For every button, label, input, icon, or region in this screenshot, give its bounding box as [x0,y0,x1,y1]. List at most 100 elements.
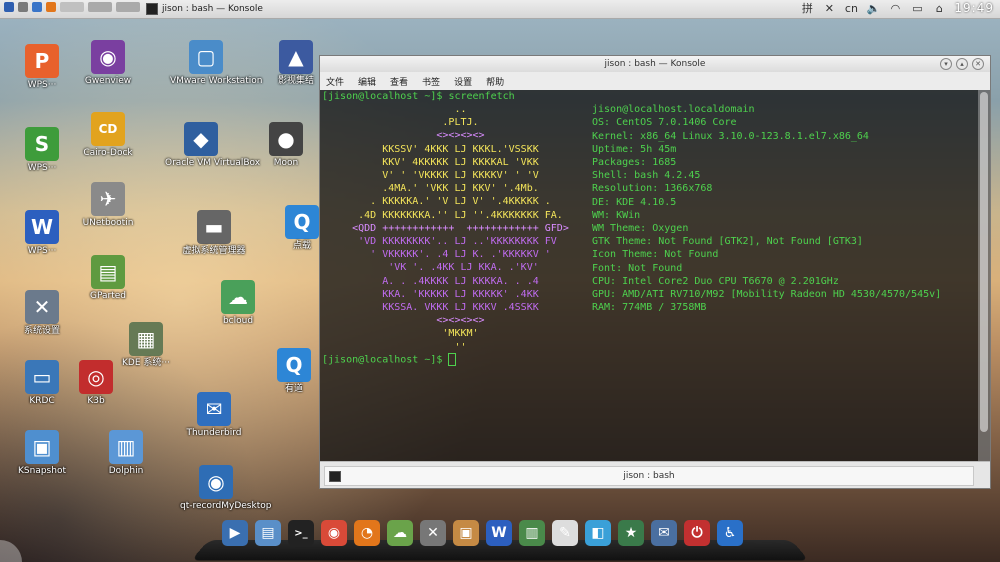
ascii-logo-line: 'VD KKKKKKKK'.. LJ ..'KKKKKKKK FV [322,236,611,247]
desktop-icon[interactable]: ▤ GParted [72,255,144,302]
clock[interactable]: 19:49 [954,1,994,15]
menu-help[interactable]: 帮助 [486,75,504,88]
ascii-logo-line: ' VKKKKK'. .4 LJ K. .'KKKKKV ' [322,249,611,261]
editor-icon[interactable]: ✎ [552,520,578,546]
battery-icon[interactable]: ▭ [910,1,924,15]
info-value: bash 4.2.45 [634,170,701,182]
ascii-logo-line: KKV' 4KKKKK LJ KKKKAL 'VKK [322,156,611,168]
menu-edit[interactable]: 编辑 [358,75,376,88]
shutdown-icon[interactable]: ⏻ [684,520,710,546]
dock-icons: ▶ ▤ >_ ◉ ◔ ☁ ✕ ▣ W ▥ ✎ ◧ ★ ✉ ⏻ ♿ [222,520,743,546]
panel-launchers [4,2,140,12]
menu-view[interactable]: 查看 [390,75,408,88]
wps-writer-icon[interactable]: W [486,520,512,546]
terminal-output[interactable]: [jison@localhost ~]$ screenfetch .. .PLT… [320,90,976,462]
app-icon: P [25,44,59,78]
taskbar-item-konsole[interactable]: jison : bash — Konsole [146,1,263,16]
final-prompt: [jison@localhost ~]$ [322,354,449,366]
system-info-line: CPU: Intel Core2 Duo CPU T6670 @ 2.201GH… [592,275,839,288]
desktop-icon[interactable]: ✈ UNetbootin [72,182,144,229]
file-manager-icon[interactable] [32,2,42,12]
notifications-icon[interactable]: ⌂ [932,1,946,15]
input-method-label[interactable]: cn [844,1,858,15]
desktop-icon[interactable]: CD Cairo-Dock [72,112,144,159]
desktop-icon[interactable]: W WPS··· [6,210,78,257]
minimize-button[interactable]: ▾ [940,58,952,70]
desktop-icon[interactable]: ▦ KDE 系统··· [110,322,182,369]
input-method-icon[interactable]: 拼 [800,1,814,15]
command-line: [jison@localhost ~]$ screenfetch [322,90,515,103]
pager-desktop-2[interactable] [88,2,112,12]
volume-icon[interactable]: 🔈 [866,1,881,15]
desktop-icon[interactable]: ☁ bcloud [202,280,274,327]
info-key: WM Theme: [592,223,653,234]
tools-icon[interactable]: ✕ [822,1,836,15]
firefox-icon[interactable] [46,2,56,12]
stardict-icon[interactable]: ★ [618,520,644,546]
desktop-icon[interactable]: ▢ VMware Workstation [170,40,263,87]
bcloud-icon[interactable]: ☁ [387,520,413,546]
desktop-icon-label: VMware Workstation [170,76,263,86]
info-key: Packages: [592,157,653,168]
menu-settings[interactable]: 设置 [454,75,472,88]
media-player-icon[interactable]: ▶ [222,520,248,546]
maximize-button[interactable]: ▴ [956,58,968,70]
close-button[interactable]: ✕ [972,58,984,70]
desktop-icon[interactable]: ● Moon [250,122,322,169]
desktop-icon[interactable]: ✕ 系统设置 [6,290,78,337]
ascii-logo-line: 'VK '. .4KK LJ KKA. .'KV' [322,262,611,274]
info-key: CPU: [592,275,623,287]
desktop-icon[interactable]: ✉ Thunderbird [178,392,250,439]
info-value: 5h 45m [640,143,677,155]
package-icon[interactable]: ▣ [453,520,479,546]
terminal-icon[interactable]: >_ [288,520,314,546]
ascii-logo-line: <><><><> [322,130,611,142]
settings-tools-icon[interactable]: ✕ [420,520,446,546]
mail-icon[interactable]: ✉ [651,520,677,546]
desktop-icon[interactable]: ◉ Gwenview [72,40,144,87]
app-icon: W [25,210,59,244]
pager-desktop-3[interactable] [116,2,140,12]
system-info-line: Packages: 1685 [592,156,676,169]
menubar: 文件 编辑 查看 书签 设置 帮助 [320,72,990,90]
app-icon: ▤ [91,255,125,289]
text-cursor [448,353,457,366]
desktop-icon[interactable]: ▥ Dolphin [90,430,162,477]
konsole-window: jison : bash — Konsole ▾ ▴ ✕ 文件 编辑 查看 书签… [319,55,991,489]
new-tab-icon[interactable] [329,471,341,482]
final-prompt-line: [jison@localhost ~]$ [322,353,457,367]
chrome-icon[interactable]: ◉ [321,520,347,546]
scrollbar-thumb[interactable] [980,92,988,432]
accessibility-icon[interactable]: ♿ [717,520,743,546]
file-manager-icon[interactable]: ▤ [255,520,281,546]
pager[interactable] [60,2,84,12]
menu-bookmarks[interactable]: 书签 [422,75,440,88]
desktop-icon-label: UNetbootin [82,218,134,228]
system-tray: 拼 ✕ cn 🔈 ◠ ▭ ⌂ 19:49 [800,1,994,15]
desktop-icon[interactable]: P WPS··· [6,44,78,91]
info-key: Font: [592,262,629,274]
wifi-icon[interactable]: ◠ [888,1,902,15]
desktop-icon[interactable]: S WPS··· [6,127,78,174]
ascii-logo-line: .. [322,104,611,115]
show-desktop-icon[interactable] [18,2,28,12]
system-info-line: GPU: AMD/ATI RV710/M92 [Mobility Radeon … [592,288,941,301]
desktop-icon[interactable]: ▣ KSnapshot [6,430,78,477]
window-titlebar[interactable]: jison : bash — Konsole ▾ ▴ ✕ [320,56,990,72]
library-icon[interactable]: ▥ [519,520,545,546]
desktop-icon[interactable]: ◉ qt-recordMyDesktop [180,465,272,512]
desktop-icon[interactable]: ▬ 虚拟系统管理器 [178,210,250,257]
desktop-icon[interactable]: ◆ Oracle VM VirtualBox [165,122,260,169]
menu-file[interactable]: 文件 [326,75,344,88]
system-info-line: OS: CentOS 7.0.1406 Core [592,116,737,129]
system-info-line: GTK Theme: Not Found [GTK2], Not Found [… [592,235,863,248]
desktop-icon-label: Cairo-Dock [83,148,133,158]
notes-icon[interactable]: ◧ [585,520,611,546]
scrollbar[interactable] [978,90,990,462]
desktop-icon-label: qt-recordMyDesktop [180,501,272,511]
app-menu-icon[interactable] [4,2,14,12]
app-icon: ◉ [91,40,125,74]
desktop-icon-label: WPS··· [27,163,57,173]
firefox-icon[interactable]: ◔ [354,520,380,546]
tab-bash[interactable]: jison : bash [324,466,974,486]
